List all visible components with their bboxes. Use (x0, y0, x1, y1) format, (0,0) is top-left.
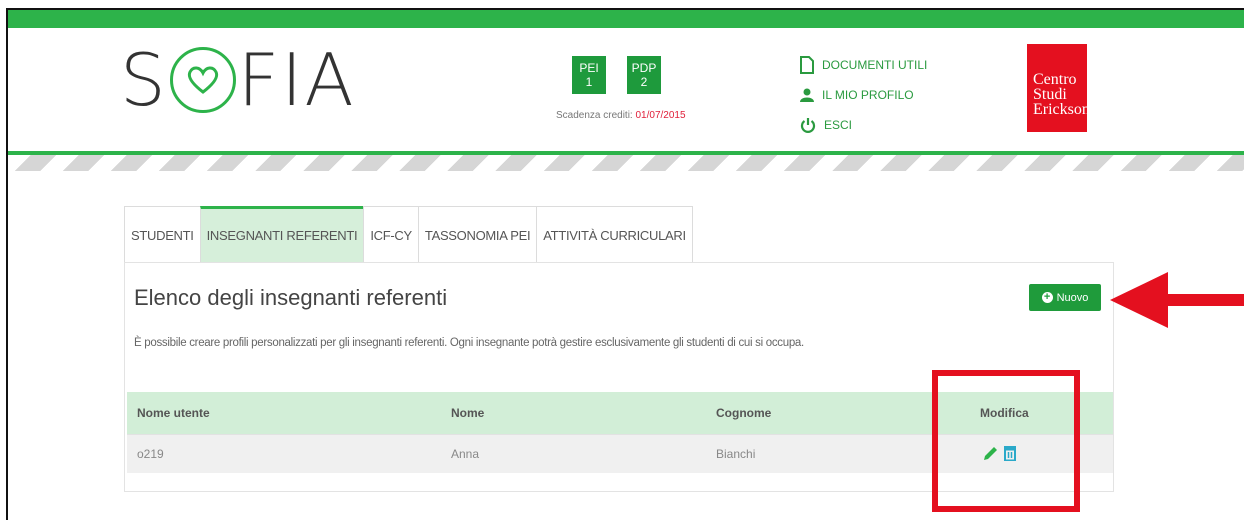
red-highlight-box (932, 370, 1080, 512)
pdp-badge-count: 2 (640, 75, 648, 89)
credit-deadline: Scadenza crediti: 01/07/2015 (556, 110, 686, 121)
count-badges: PEI 1 PDP 2 (572, 56, 661, 94)
document-icon (800, 56, 814, 74)
tab-tassonomia-pei[interactable]: TASSONOMIA PEI (417, 206, 538, 262)
panel-description: È possibile creare profili personalizzat… (134, 337, 804, 349)
user-icon (800, 88, 814, 102)
col-header-nome[interactable]: Nome (441, 392, 706, 435)
striped-band (8, 155, 1244, 171)
plus-icon: + (1041, 292, 1053, 303)
pei-badge-count: 1 (585, 75, 593, 89)
col-header-username[interactable]: Nome utente (127, 392, 441, 435)
col-header-cognome[interactable]: Cognome (706, 392, 970, 435)
link-documenti-utili[interactable]: DOCUMENTI UTILI (800, 54, 927, 76)
logo-text-right: FIA (237, 38, 356, 122)
centro-studi-erickson-logo[interactable]: Centro Studi Erickson (1027, 44, 1090, 132)
header-links: DOCUMENTI UTILI IL MIO PROFILO ESCI (800, 54, 927, 144)
link-il-mio-profilo[interactable]: IL MIO PROFILO (800, 84, 927, 106)
deadline-date: 01/07/2015 (635, 110, 686, 121)
tab-attivita-curriculari[interactable]: ATTIVITÀ CURRICULARI (536, 206, 693, 262)
sofia-logo[interactable]: S FIA (120, 44, 356, 116)
cell-username: o219 (127, 434, 441, 473)
pdp-badge[interactable]: PDP 2 (627, 56, 661, 94)
panel-title: Elenco degli insegnanti referenti (134, 285, 448, 310)
cell-nome: Anna (441, 434, 706, 473)
top-accent-bar (8, 10, 1244, 28)
tab-insegnanti-referenti[interactable]: INSEGNANTI REFERENTI (199, 206, 365, 262)
pei-badge-label: PEI (579, 61, 599, 75)
link-label: DOCUMENTI UTILI (822, 58, 928, 72)
brand-line-3: Erickson (1033, 101, 1090, 118)
logo-text-left: S (120, 38, 168, 122)
pei-badge[interactable]: PEI 1 (572, 56, 606, 94)
red-arrow-annotation (1110, 272, 1244, 328)
tab-studenti[interactable]: STUDENTI (124, 206, 201, 262)
tab-icf-cy[interactable]: ICF-CY (363, 206, 419, 262)
tab-bar: STUDENTI INSEGNANTI REFERENTI ICF-CY TAS… (124, 206, 693, 262)
pdp-badge-label: PDP (631, 61, 657, 75)
link-esci[interactable]: ESCI (800, 114, 927, 136)
link-label: IL MIO PROFILO (822, 88, 914, 102)
link-label: ESCI (824, 118, 853, 132)
deadline-label: Scadenza crediti: (556, 110, 633, 121)
brand-line-2: Studi (1033, 86, 1067, 103)
brand-line-1: Centro (1033, 71, 1077, 88)
heart-icon (169, 47, 236, 113)
new-button-label: Nuovo (1056, 291, 1089, 304)
power-icon (800, 118, 816, 133)
cell-cognome: Bianchi (706, 434, 970, 473)
new-button[interactable]: + Nuovo (1029, 284, 1101, 311)
